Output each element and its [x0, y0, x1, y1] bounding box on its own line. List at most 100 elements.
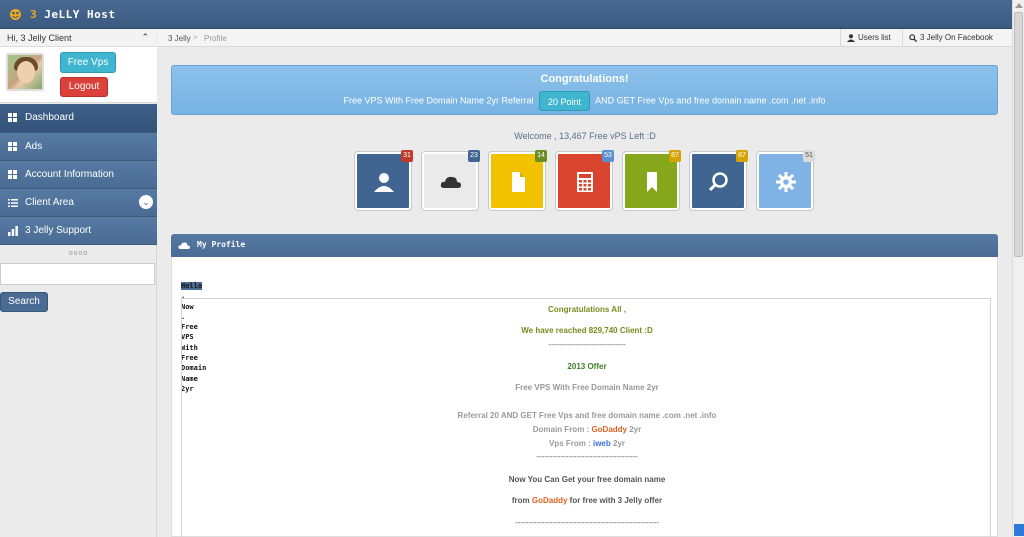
avatar[interactable]: [6, 53, 44, 91]
domain-prefix: Domain From :: [532, 425, 590, 434]
sidebar: Hi, 3 Jelly Client ⌃ Free Vps Logout Das…: [0, 29, 157, 537]
tile-badge: 87: [736, 150, 748, 162]
grid-icon: [8, 170, 18, 180]
grid-icon: [8, 113, 18, 123]
iweb-link[interactable]: iweb: [593, 439, 611, 448]
search-icon: [909, 34, 918, 43]
sidebar-item-label: Dashboard: [25, 112, 74, 123]
users-list-label: Users list: [858, 33, 891, 42]
profile-line: Congratulations All ,: [548, 305, 626, 314]
free-vps-button[interactable]: Free Vps: [60, 52, 116, 73]
tile-search[interactable]: 87: [690, 150, 748, 210]
profile-line: from GoDaddy for free with 3 Jelly offer: [382, 496, 792, 505]
scroll-down-icon[interactable]: [1014, 524, 1024, 536]
banner-text: Free VPS With Free Domain Name 2yr Refer…: [172, 91, 997, 111]
tile-bookmark[interactable]: 87: [623, 150, 681, 210]
scroll-thumb[interactable]: [1014, 12, 1023, 257]
list-icon: [8, 199, 18, 207]
breadcrumb-current: Profile: [204, 34, 227, 43]
sidebar-item-label: Client Area: [25, 197, 74, 208]
facebook-link[interactable]: 3 Jelly On Facebook: [902, 29, 1002, 47]
profile-content-box: Congratulations All , We have reached 82…: [181, 298, 991, 537]
vps-prefix: Vps From :: [548, 439, 591, 448]
tile-badge: 53: [602, 150, 614, 162]
search-input[interactable]: [0, 263, 155, 285]
banner-text-before: Free VPS With Free Domain Name 2yr Refer…: [343, 95, 534, 106]
tile-file[interactable]: 14: [489, 150, 547, 210]
profile-line: Now You Can Get your free domain name: [508, 475, 666, 484]
grid-icon: [8, 142, 18, 152]
collapse-icon[interactable]: ⌃: [141, 32, 149, 43]
breadcrumb-separator: >: [193, 33, 198, 42]
cloud-icon: [178, 242, 190, 249]
welcome-text: Welcome , 13,467 Free vPS Left :D: [514, 131, 656, 141]
facebook-label: 3 Jelly On Facebook: [920, 33, 993, 42]
cloud-icon: [440, 176, 461, 188]
breadcrumb-bar: 3 Jelly > Profile Users list 3 Jelly On …: [158, 29, 1012, 47]
page-scrollbar[interactable]: [1012, 0, 1024, 537]
profile-line: Domain From : GoDaddy 2yr: [382, 425, 792, 434]
tile-calculator[interactable]: 53: [556, 150, 614, 210]
tile-badge: 14: [535, 150, 547, 162]
tile-badge: 51: [803, 150, 815, 162]
congrats-banner: Congratulations! Free VPS With Free Doma…: [171, 65, 998, 115]
tile-settings[interactable]: 51: [757, 150, 815, 210]
bookmark-icon: [647, 172, 657, 192]
users-list-link[interactable]: Users list: [840, 29, 902, 47]
profile-line: We have reached 829,740 Client :D: [521, 326, 653, 335]
user-icon: [374, 173, 394, 192]
sidebar-item-label: 3 Jelly Support: [25, 225, 92, 236]
tile-badge: 87: [669, 150, 681, 162]
greeting: Hi, 3 Jelly Client: [7, 33, 72, 43]
points-button[interactable]: 20 Point: [539, 91, 591, 111]
user-box: Free Vps Logout: [0, 47, 157, 103]
profile-line: 2013 Offer: [567, 362, 607, 371]
profile-divider: --------------------------------------: [536, 452, 638, 461]
line7-suffix: for free with 3 Jelly offer: [569, 496, 663, 505]
godaddy-link[interactable]: GoDaddy: [532, 496, 568, 505]
tile-badge: 31: [401, 150, 413, 162]
sidebar-nav: Dashboard Ads Account Information Client…: [0, 104, 157, 245]
line7-prefix: from: [511, 496, 530, 505]
godaddy-link[interactable]: GoDaddy: [591, 425, 627, 434]
sidebar-item-dashboard[interactable]: Dashboard: [0, 104, 157, 133]
profile-panel: Hello . Now . Free VPS With Free Domain …: [171, 257, 998, 537]
profile-panel-header: My Profile: [171, 234, 998, 257]
profile-line: Referral 20 AND GET Free Vps and free do…: [457, 411, 717, 420]
brand-title[interactable]: 3 JeLLY Host: [30, 8, 115, 21]
top-bar: 3 JeLLY Host: [0, 0, 1012, 29]
brand-number: 3: [30, 8, 38, 21]
bar-chart-icon: [8, 226, 18, 236]
sidebar-item-account-information[interactable]: Account Information: [0, 161, 157, 189]
sidebar-item-client-area[interactable]: Client Area ⌄: [0, 189, 157, 217]
sidebar-item-support[interactable]: 3 Jelly Support: [0, 217, 157, 245]
file-icon: [512, 172, 525, 192]
sidebar-item-ads[interactable]: Ads: [0, 133, 157, 161]
user-icon: [847, 34, 855, 42]
scroll-up-icon[interactable]: [1015, 3, 1023, 8]
profile-panel-title: My Profile: [197, 240, 246, 249]
chevron-down-icon[interactable]: ⌄: [139, 195, 153, 209]
resize-handle[interactable]: oooo: [0, 249, 157, 259]
profile-divider: ----------------------------------------…: [515, 518, 659, 527]
profile-word: Hello: [181, 282, 203, 290]
calculator-icon: [577, 172, 593, 192]
profile-line: Free VPS With Free Domain Name 2yr: [515, 383, 659, 392]
search-icon: [708, 172, 728, 192]
gear-icon: [776, 172, 796, 192]
banner-title: Congratulations!: [540, 73, 629, 85]
vps-suffix: 2yr: [613, 439, 626, 448]
brand-name: JeLLY Host: [44, 8, 116, 21]
logout-button[interactable]: Logout: [60, 77, 108, 97]
banner-text-after: AND GET Free Vps and free domain name .c…: [595, 95, 826, 106]
sidebar-item-label: Ads: [25, 141, 43, 152]
search-button[interactable]: Search: [0, 292, 48, 312]
logo-icon: [10, 9, 21, 20]
breadcrumb-home[interactable]: 3 Jelly: [168, 34, 191, 43]
tile-cloud[interactable]: 23: [422, 150, 480, 210]
profile-divider: -----------------------------: [548, 340, 626, 349]
user-header: Hi, 3 Jelly Client ⌃: [0, 29, 157, 47]
domain-suffix: 2yr: [629, 425, 642, 434]
tile-user[interactable]: 31: [355, 150, 413, 210]
sidebar-item-label: Account Information: [25, 169, 114, 180]
